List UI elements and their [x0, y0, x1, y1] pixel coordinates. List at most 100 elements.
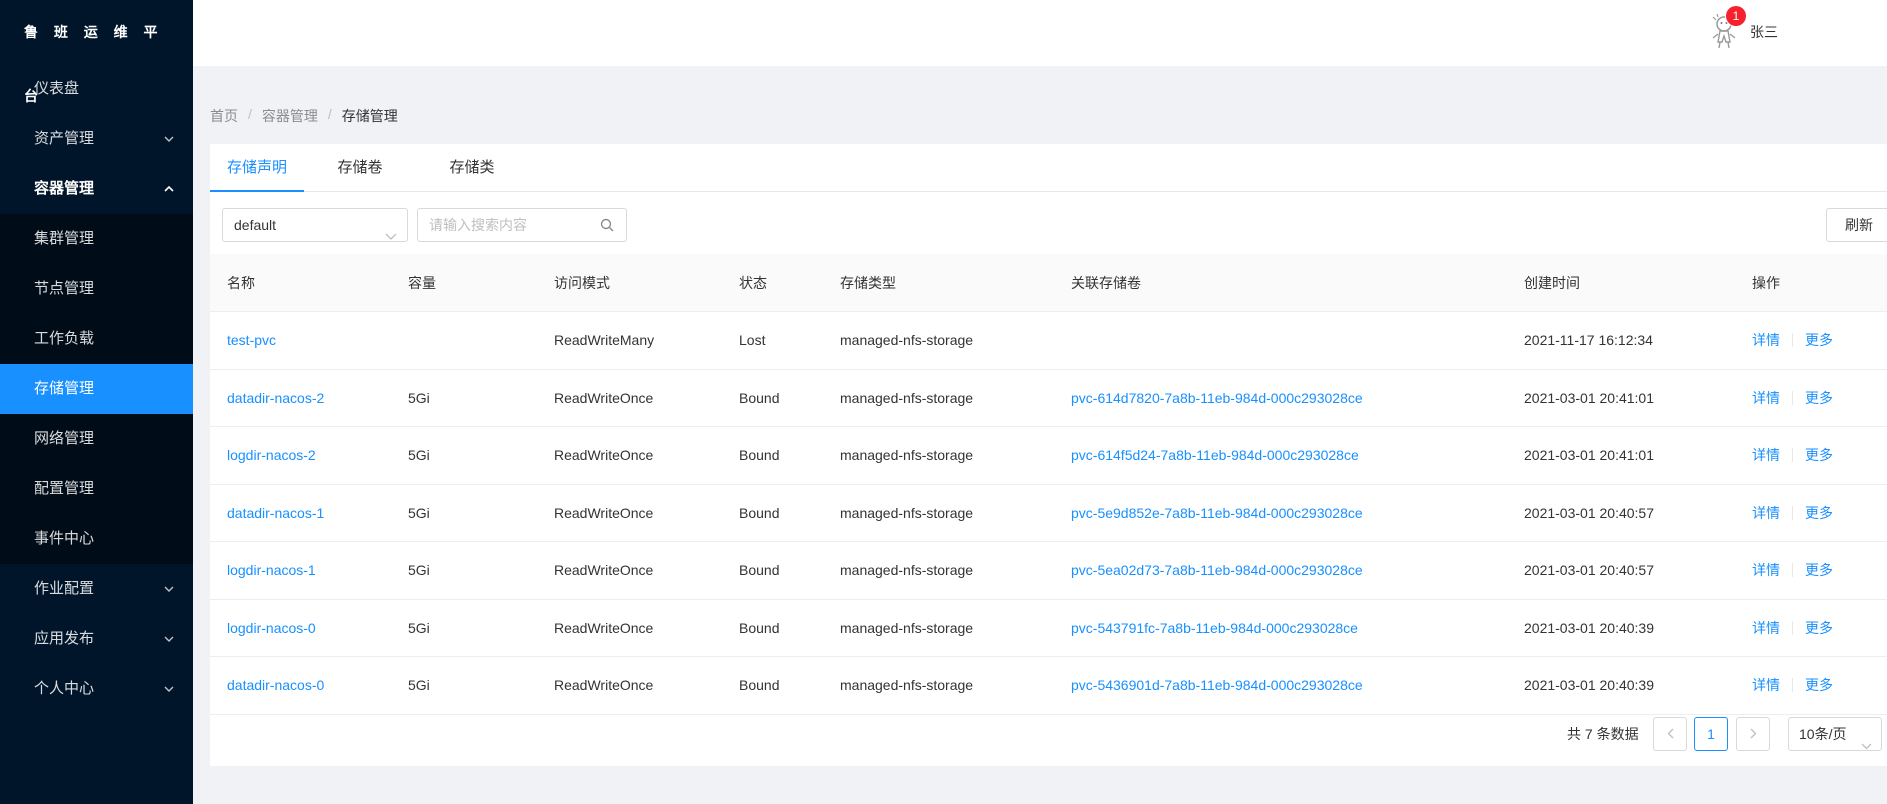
more-link[interactable]: 更多	[1805, 503, 1833, 523]
next-page-button[interactable]	[1736, 717, 1770, 751]
sidebar-item-assets[interactable]: 资产管理	[0, 114, 193, 164]
sidebar-item-events[interactable]: 事件中心	[0, 514, 193, 564]
sidebar: 鲁 班 运 维 平 台 仪表盘 资产管理 容器管理 集群管理 节点管理 工作负载…	[0, 0, 193, 804]
access-mode-cell: ReadWriteMany	[554, 332, 655, 349]
actions-cell: 详情 更多	[1735, 388, 1887, 408]
more-link[interactable]: 更多	[1805, 675, 1833, 695]
created-time-cell: 2021-03-01 20:40:39	[1524, 619, 1654, 636]
sidebar-item-dashboard[interactable]: 仪表盘	[0, 64, 193, 114]
pvc-name-link[interactable]: datadir-nacos-0	[227, 677, 324, 693]
detail-link[interactable]: 详情	[1752, 503, 1780, 523]
storage-class-cell: managed-nfs-storage	[840, 447, 974, 464]
sidebar-item-containers[interactable]: 容器管理	[0, 164, 193, 214]
tab-pvc[interactable]: 存储声明	[210, 144, 304, 192]
chevron-down-icon	[163, 114, 175, 164]
storage-class-cell: managed-nfs-storage	[840, 504, 974, 521]
actions-cell: 详情 更多	[1735, 445, 1887, 465]
column-header: 存储类型	[840, 274, 896, 291]
detail-link[interactable]: 详情	[1752, 388, 1780, 408]
status-cell: Bound	[739, 562, 780, 579]
volume-link[interactable]: pvc-614d7820-7a8b-11eb-984d-000c293028ce	[1071, 390, 1363, 406]
actions-cell: 详情 更多	[1735, 618, 1887, 638]
pvc-name-link[interactable]: logdir-nacos-2	[227, 447, 316, 463]
avatar[interactable]: 1	[1708, 6, 1746, 50]
chevron-down-icon	[1861, 729, 1872, 761]
refresh-button[interactable]: 刷新	[1826, 208, 1887, 242]
sidebar-item-jobs[interactable]: 作业配置	[0, 564, 193, 614]
detail-link[interactable]: 详情	[1752, 560, 1780, 580]
sidebar-item-profile[interactable]: 个人中心	[0, 664, 193, 714]
breadcrumb-home[interactable]: 首页	[210, 106, 238, 126]
sidebar-item-storage[interactable]: 存储管理	[0, 364, 193, 414]
sidebar-item-config[interactable]: 配置管理	[0, 464, 193, 514]
sidebar-item-clusters[interactable]: 集群管理	[0, 214, 193, 264]
more-link[interactable]: 更多	[1805, 445, 1833, 465]
page-button[interactable]: 1	[1694, 717, 1728, 751]
status-cell: Bound	[739, 619, 780, 636]
sidebar-item-label: 容器管理	[34, 180, 95, 197]
more-link[interactable]: 更多	[1805, 330, 1833, 350]
action-divider	[1792, 390, 1793, 405]
total-count: 共 7 条数据	[1567, 726, 1639, 742]
column-header: 容量	[408, 274, 436, 291]
username[interactable]: 张三	[1750, 22, 1778, 42]
column-header: 关联存储卷	[1071, 274, 1141, 291]
detail-link[interactable]: 详情	[1752, 618, 1780, 638]
sidebar-item-release[interactable]: 应用发布	[0, 614, 193, 664]
search-icon[interactable]	[600, 218, 614, 235]
pvc-name-link[interactable]: test-pvc	[227, 332, 276, 348]
namespace-select[interactable]: default	[222, 208, 408, 242]
volume-link[interactable]: pvc-614f5d24-7a8b-11eb-984d-000c293028ce	[1071, 447, 1359, 463]
table-row: logdir-nacos-0 5Gi ReadWriteOnce Bound manag…	[210, 600, 1887, 657]
chevron-down-icon	[163, 614, 175, 664]
created-time-cell: 2021-03-01 20:40:57	[1524, 504, 1654, 521]
main-card: 存储声明 存储卷 存储类 default 刷新 名称 容量 访问模式 状态 存储…	[210, 144, 1887, 766]
sidebar-item-label: 作业配置	[34, 580, 95, 597]
prev-page-button[interactable]	[1653, 717, 1687, 751]
volume-link[interactable]: pvc-5e9d852e-7a8b-11eb-984d-000c293028ce	[1071, 505, 1363, 521]
created-time-cell: 2021-03-01 20:41:01	[1524, 389, 1654, 406]
action-divider	[1792, 678, 1793, 693]
storage-class-cell: managed-nfs-storage	[840, 332, 974, 349]
action-divider	[1792, 620, 1793, 635]
actions-cell: 详情 更多	[1735, 503, 1887, 523]
sidebar-item-nodes[interactable]: 节点管理	[0, 264, 193, 314]
breadcrumb-separator: /	[248, 106, 252, 122]
tab-storage-class[interactable]: 存储类	[416, 144, 528, 192]
column-header: 操作	[1752, 274, 1780, 291]
table-row: datadir-nacos-0 5Gi ReadWriteOnce Bound mana…	[210, 657, 1887, 715]
detail-link[interactable]: 详情	[1752, 675, 1780, 695]
search-input[interactable]	[418, 209, 588, 241]
table-row: datadir-nacos-1 5Gi ReadWriteOnce Bound mana…	[210, 485, 1887, 542]
action-divider	[1792, 505, 1793, 520]
access-mode-cell: ReadWriteOnce	[554, 677, 654, 694]
pvc-name-link[interactable]: logdir-nacos-1	[227, 562, 316, 578]
detail-link[interactable]: 详情	[1752, 445, 1780, 465]
more-link[interactable]: 更多	[1805, 618, 1833, 638]
breadcrumb-containers[interactable]: 容器管理	[262, 106, 318, 126]
volume-link[interactable]: pvc-5436901d-7a8b-11eb-984d-000c293028ce	[1071, 677, 1363, 693]
notification-badge: 1	[1726, 6, 1746, 26]
user-menu[interactable]: 1 张三	[1708, 6, 1778, 50]
capacity-cell: 5Gi	[408, 677, 430, 694]
pvc-name-link[interactable]: datadir-nacos-1	[227, 505, 324, 521]
top-header	[193, 0, 1887, 66]
volume-link[interactable]: pvc-5ea02d73-7a8b-11eb-984d-000c293028ce	[1071, 562, 1363, 578]
access-mode-cell: ReadWriteOnce	[554, 389, 654, 406]
tab-bar: 存储声明 存储卷 存储类	[210, 144, 1887, 192]
pvc-name-link[interactable]: datadir-nacos-2	[227, 390, 324, 406]
more-link[interactable]: 更多	[1805, 560, 1833, 580]
detail-link[interactable]: 详情	[1752, 330, 1780, 350]
actions-cell: 详情 更多	[1735, 675, 1887, 695]
sidebar-item-workloads[interactable]: 工作负载	[0, 314, 193, 364]
search-box	[417, 208, 627, 242]
sidebar-item-network[interactable]: 网络管理	[0, 414, 193, 464]
containers-submenu: 集群管理 节点管理 工作负载 存储管理 网络管理 配置管理 事件中心	[0, 214, 193, 564]
more-link[interactable]: 更多	[1805, 388, 1833, 408]
volume-link[interactable]: pvc-543791fc-7a8b-11eb-984d-000c293028ce	[1071, 620, 1358, 636]
pvc-name-link[interactable]: logdir-nacos-0	[227, 620, 316, 636]
pagination: 共 7 条数据 1 10条/页	[210, 716, 1887, 752]
page-size-select[interactable]: 10条/页	[1788, 717, 1882, 751]
namespace-value: default	[234, 217, 277, 233]
tab-pv[interactable]: 存储卷	[304, 144, 416, 192]
